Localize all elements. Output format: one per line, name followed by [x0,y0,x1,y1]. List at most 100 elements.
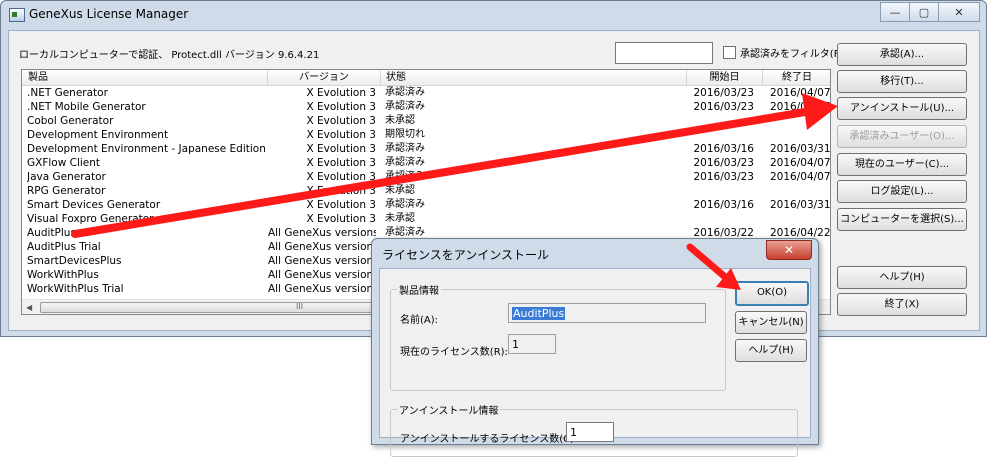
close-button[interactable]: ✕ [939,2,980,22]
row-start-date: 2016/03/23 [693,87,754,99]
row-status: 未承認 [385,213,415,224]
row-version: X Evolution 3 [306,199,376,211]
table-row[interactable]: Development Environment - Japanese Editi… [22,142,830,156]
row-product: .NET Mobile Generator [27,101,146,113]
current-users-button[interactable]: 現在のユーザー(C)... [837,153,967,176]
dialog-client-area: 製品情報 名前(A): AuditPlus 現在のライセンス数(R): 1 アン… [379,268,811,457]
row-status: 承認済み [385,157,425,168]
approved-users-button[interactable]: 承認済みユーザー(O)... [837,125,967,148]
row-version: X Evolution 3 [306,87,376,99]
uninstall-dialog: ライセンスをアンインストール ✕ 製品情報 名前(A): AuditPlus 現… [371,238,819,457]
row-version: X Evolution 3 [306,213,376,225]
header-version[interactable]: バージョン [268,70,381,85]
header-start-date[interactable]: 開始日 [687,70,763,85]
name-value: AuditPlus [512,307,566,320]
current-licenses-field[interactable]: 1 [508,334,556,354]
row-product: Development Environment - Japanese Editi… [27,143,266,155]
exit-button[interactable]: 終了(X) [837,293,967,316]
table-row[interactable]: GXFlow Client X Evolution 3 承認済み 2016/03/23… [22,156,830,170]
row-version: X Evolution 3 [306,185,376,197]
uninstall-count-input[interactable]: 1 [566,422,614,442]
app-icon [9,8,25,22]
row-product: AuditPlus Trial [27,241,101,253]
header-product[interactable]: 製品 [22,70,268,85]
row-product: Development Environment [27,129,169,141]
row-product: Visual Foxpro Generator [27,213,154,225]
row-product: SmartDevicesPlus [27,255,122,267]
current-licenses-label: 現在のライセンス数(R): [400,347,508,358]
row-end-date: 2016/04/07 [770,157,831,169]
header-status[interactable]: 状態 [380,70,687,85]
row-product: Smart Devices Generator [27,199,161,211]
filter-input[interactable] [615,42,713,64]
title-bar[interactable]: GeneXus License Manager — ▢ ✕ [1,1,986,29]
uninstall-info-group-title: アンインストール情報 [397,402,501,417]
row-product: .NET Generator [27,87,108,99]
row-version: All GeneXus versions [268,255,376,267]
table-row[interactable]: Cobol Generator X Evolution 3 未承認 [22,114,830,128]
row-product: GXFlow Client [27,157,101,169]
filter-approved-checkbox[interactable] [723,46,736,59]
row-version: X Evolution 3 [306,101,376,113]
uninstall-button[interactable]: アンインストール(U)... [837,97,967,120]
row-start-date: 2016/03/16 [693,143,754,155]
ok-button[interactable]: OK(O) [735,281,809,306]
log-settings-button[interactable]: ログ設定(L)... [837,180,967,203]
caption-buttons: — ▢ ✕ [880,2,980,22]
select-computer-button[interactable]: コンピューターを選択(S)... [837,208,967,231]
scroll-grip: III [296,302,304,311]
row-end-date: 2016/04/07 [770,87,831,99]
row-end-date: 2016/04/07 [770,101,831,113]
row-start-date: 2016/03/16 [693,199,754,211]
help-button[interactable]: ヘルプ(H) [837,266,967,289]
table-row[interactable]: Visual Foxpro Generator X Evolution 3 未承認 [22,212,830,226]
name-label: 名前(A): [400,315,439,326]
filter-approved-label: 承認済みをフィルタ(F) [740,49,844,60]
table-row[interactable]: .NET Mobile Generator X Evolution 3 承認済み 20… [22,100,830,114]
header-end-date[interactable]: 終了日 [762,70,830,85]
row-product: AuditPlus [27,227,76,239]
row-product: Cobol Generator [27,115,114,127]
row-start-date: 2016/03/23 [693,101,754,113]
table-row[interactable]: Smart Devices Generator X Evolution 3 承認済み… [22,198,830,212]
row-status: 未承認 [385,115,415,126]
row-version: All GeneXus versions [268,241,376,253]
row-status: 未承認 [385,185,415,196]
dialog-title: ライセンスをアンインストール [382,248,550,262]
protect-info-text: ローカルコンピューターで認証、 Protect.dll バージョン 9.6.4.… [19,50,320,61]
window-title: GeneXus License Manager [29,7,189,21]
row-product: WorkWithPlus [27,269,99,281]
approve-button[interactable]: 承認(A)... [837,43,967,66]
table-row[interactable]: .NET Generator X Evolution 3 承認済み 2016/03/2… [22,86,830,100]
table-row[interactable]: RPG Generator X Evolution 3 未承認 [22,184,830,198]
row-start-date: 2016/03/23 [693,157,754,169]
transfer-button[interactable]: 移行(T)... [837,70,967,93]
uninstall-count-label: アンインストールするライセンス数(C): [400,434,578,445]
list-header: 製品 バージョン 状態 開始日 終了日 [22,70,830,86]
row-status: 承認済み [385,199,425,210]
cancel-button[interactable]: キャンセル(N) [735,311,807,334]
name-field[interactable]: AuditPlus [508,303,706,323]
row-version: All GeneXus versions [268,269,376,281]
row-version: X Evolution 3 [306,115,376,127]
row-version: X Evolution 3 [306,129,376,141]
table-row[interactable]: Development Environment X Evolution 3 期限切れ [22,128,830,142]
row-status: 期限切れ [385,129,425,140]
dialog-close-button[interactable]: ✕ [766,240,812,260]
row-end-date: 2016/04/07 [770,171,831,183]
table-row[interactable]: Java Generator X Evolution 3 承認済み 2016/03/2… [22,170,830,184]
row-end-date: 2016/03/31 [770,143,831,155]
row-version: All GeneXus versions [268,227,376,239]
row-status: 承認済み [385,143,425,154]
row-version: X Evolution 3 [306,171,376,183]
row-product: Java Generator [27,171,106,183]
row-product: WorkWithPlus Trial [27,283,124,295]
row-product: RPG Generator [27,185,106,197]
minimize-button[interactable]: — [880,2,910,22]
dialog-help-button[interactable]: ヘルプ(H) [735,339,807,362]
row-status: 承認済み [385,87,425,98]
maximize-button[interactable]: ▢ [910,2,939,22]
row-version: All GeneXus versions [268,283,376,295]
scroll-left-icon[interactable]: ◀ [26,303,32,312]
row-start-date: 2016/03/23 [693,171,754,183]
